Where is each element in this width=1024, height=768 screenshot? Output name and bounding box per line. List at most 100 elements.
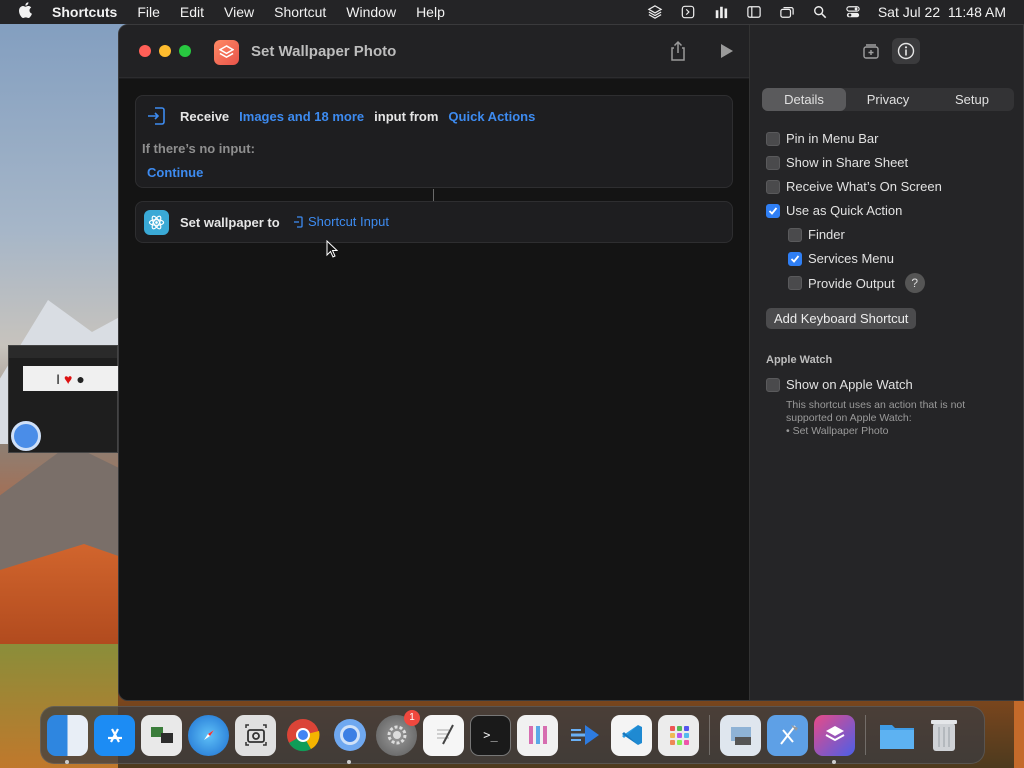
- receive-action[interactable]: Receive Images and 18 more input from Qu…: [135, 95, 733, 188]
- chrome-icon: [11, 421, 41, 451]
- sidebar-status-icon[interactable]: [746, 5, 762, 19]
- input-source-token[interactable]: Quick Actions: [448, 109, 535, 124]
- option-pin-in-menu-bar[interactable]: Pin in Menu Bar: [766, 131, 879, 146]
- option-finder[interactable]: Finder: [788, 227, 845, 242]
- app-store-icon[interactable]: [94, 714, 135, 756]
- finder-icon[interactable]: [47, 714, 88, 764]
- details-segmented-control: Details Privacy Setup: [762, 88, 1014, 111]
- checkbox-show-in-share-sheet[interactable]: [766, 155, 780, 170]
- vscode-icon[interactable]: [611, 714, 652, 756]
- option-label: Provide Output: [808, 275, 895, 291]
- checkbox-use-as-quick-action[interactable]: [766, 203, 780, 218]
- menu-view[interactable]: View: [224, 4, 254, 20]
- no-input-action-token[interactable]: Continue: [147, 165, 203, 180]
- menubar-clock[interactable]: Sat Jul 22 11:48 AM: [878, 4, 1006, 20]
- banner-image: I ♥ ●: [23, 366, 118, 391]
- option-label: Services Menu: [808, 251, 894, 266]
- checkbox-finder[interactable]: [788, 227, 802, 242]
- menu-help[interactable]: Help: [416, 4, 445, 20]
- menu-app-name[interactable]: Shortcuts: [52, 4, 117, 20]
- shortcuts-window: Set Wallpaper Photo Receive Images and 1…: [118, 24, 1024, 701]
- screen-record-status-icon[interactable]: [680, 5, 696, 19]
- option-label: Pin in Menu Bar: [786, 131, 879, 146]
- mouse-pointer-icon: [326, 240, 338, 258]
- textedit-icon[interactable]: [423, 714, 464, 756]
- receive-input-icon: [148, 107, 165, 125]
- option-receive-whats-on-screen[interactable]: Receive What’s On Screen: [766, 179, 942, 194]
- preview-document-icon[interactable]: [720, 714, 761, 756]
- option-use-as-quick-action[interactable]: Use as Quick Action: [766, 203, 902, 218]
- option-provide-output[interactable]: Provide Output ?: [788, 273, 925, 293]
- migration-arrow-icon[interactable]: [564, 715, 605, 756]
- windows-status-icon[interactable]: [779, 5, 795, 19]
- chrome-icon[interactable]: [282, 715, 323, 756]
- xcode-icon[interactable]: [767, 714, 808, 756]
- details-sidebar: Details Privacy Setup Pin in Menu Bar Sh…: [749, 25, 1023, 700]
- zoom-window-button[interactable]: [179, 45, 191, 57]
- chromium-icon[interactable]: [329, 715, 370, 764]
- option-services-menu[interactable]: Services Menu: [788, 251, 894, 266]
- option-label: Show in Share Sheet: [786, 155, 909, 170]
- background-app-window[interactable]: I ♥ ●: [8, 345, 118, 453]
- set-wallpaper-action[interactable]: Set wallpaper to Shortcut Input: [135, 201, 733, 243]
- checkbox-services-menu[interactable]: [788, 251, 802, 266]
- dock-separator: [865, 715, 866, 755]
- dock-separator: [709, 715, 710, 755]
- action-library-icon[interactable]: [862, 42, 880, 60]
- checkbox-provide-output[interactable]: [788, 276, 802, 290]
- input-types-token[interactable]: Images and 18 more: [239, 109, 364, 124]
- checkbox-show-on-apple-watch[interactable]: [766, 377, 780, 392]
- run-icon[interactable]: [717, 42, 735, 60]
- checkmark-icon: [768, 206, 778, 215]
- menu-file[interactable]: File: [137, 4, 160, 20]
- option-show-in-share-sheet[interactable]: Show in Share Sheet: [766, 155, 908, 170]
- tab-privacy[interactable]: Privacy: [846, 88, 930, 111]
- window-title[interactable]: Set Wallpaper Photo: [251, 43, 396, 60]
- menu-bar: Shortcuts File Edit View Shortcut Window…: [0, 0, 1024, 24]
- control-center-icon[interactable]: [845, 5, 861, 19]
- search-icon[interactable]: [812, 5, 828, 19]
- screenshot-icon[interactable]: [235, 714, 276, 756]
- preview-icon[interactable]: [141, 714, 182, 756]
- notification-badge: 1: [404, 709, 420, 726]
- shortcut-glyph-icon[interactable]: [214, 40, 239, 65]
- help-icon[interactable]: ?: [904, 273, 925, 293]
- minimize-window-button[interactable]: [159, 45, 171, 57]
- note-line: supported on Apple Watch:: [786, 412, 912, 424]
- launchpad-icon[interactable]: [658, 714, 699, 756]
- share-icon[interactable]: [667, 40, 689, 62]
- title-bar: Set Wallpaper Photo: [119, 25, 749, 78]
- menu-edit[interactable]: Edit: [180, 4, 204, 20]
- shortcuts-app-icon[interactable]: [814, 714, 855, 764]
- apple-watch-heading: Apple Watch: [766, 354, 833, 366]
- tab-details[interactable]: Details: [762, 88, 846, 111]
- checkmark-icon: [790, 254, 800, 263]
- stats-status-icon[interactable]: [713, 5, 729, 19]
- safari-icon[interactable]: [188, 714, 229, 756]
- downloads-folder-icon[interactable]: [876, 715, 917, 756]
- receive-label: Receive: [180, 109, 230, 124]
- shortcut-editor: Receive Images and 18 more input from Qu…: [119, 79, 749, 700]
- terminal-icon[interactable]: >_: [470, 714, 511, 756]
- no-input-label: If there’s no input:: [142, 141, 255, 156]
- trash-icon[interactable]: [923, 715, 964, 756]
- checkbox-receive-whats-on-screen[interactable]: [766, 179, 780, 194]
- input-from-label: input from: [374, 109, 439, 124]
- close-window-button[interactable]: [139, 45, 151, 57]
- action-connector: [433, 189, 434, 201]
- shortcut-input-label: Shortcut Input: [308, 214, 389, 229]
- menu-window[interactable]: Window: [346, 4, 396, 20]
- menu-shortcut[interactable]: Shortcut: [274, 4, 326, 20]
- system-settings-icon[interactable]: 1: [376, 709, 420, 756]
- info-icon[interactable]: [892, 38, 920, 64]
- option-show-on-apple-watch[interactable]: Show on Apple Watch: [766, 377, 913, 392]
- checkbox-pin-in-menu-bar[interactable]: [766, 131, 780, 146]
- apple-menu-icon[interactable]: [18, 2, 38, 22]
- tab-setup[interactable]: Setup: [930, 88, 1014, 111]
- columns-app-icon[interactable]: [517, 714, 558, 756]
- shortcut-input-token[interactable]: Shortcut Input: [293, 214, 389, 229]
- add-keyboard-shortcut-button[interactable]: Add Keyboard Shortcut: [766, 308, 917, 329]
- note-line: This shortcut uses an action that is not: [786, 399, 966, 411]
- dock: 1 >_: [40, 706, 985, 764]
- layers-status-icon[interactable]: [647, 5, 663, 19]
